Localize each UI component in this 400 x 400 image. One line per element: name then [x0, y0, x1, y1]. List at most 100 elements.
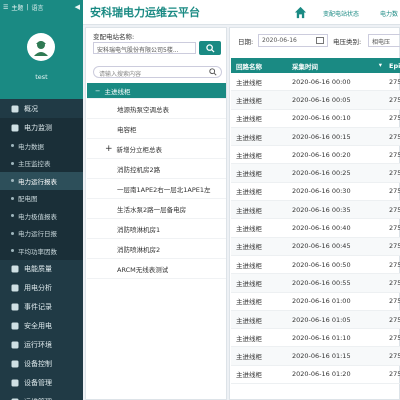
table-row[interactable]: 主进线柜 2020-06-16 00:20 275	[231, 146, 400, 165]
nav-power-data[interactable]: 电力数	[380, 9, 398, 18]
table-cell: 2020-06-16 01:05	[292, 315, 351, 324]
table-row[interactable]: 主进线柜 2020-06-16 00:50 275	[231, 256, 400, 275]
brand-title: 安科瑞电力运维云平台	[90, 6, 200, 19]
table-row[interactable]: 主进线柜 2020-06-16 01:10 275	[231, 329, 400, 348]
search-icon[interactable]	[209, 68, 217, 76]
filter-bar: 日期: 2020-06-16 电压类别: 相电压	[230, 28, 400, 54]
table-cell: 主进线柜	[236, 78, 262, 87]
menu-item[interactable]: 运行环境	[0, 336, 83, 355]
column-header[interactable]: Epi	[386, 62, 400, 70]
tree-node[interactable]: 消防控机房2路	[87, 159, 226, 179]
submenu-item[interactable]: 主压监控表	[0, 154, 83, 172]
submenu-item[interactable]: 电力运行报表	[0, 172, 83, 190]
submenu-item[interactable]: 平均功率因数	[0, 242, 83, 260]
tree-search-input[interactable]: 请输入搜索内容	[93, 66, 222, 78]
table-cell: 2020-06-16 00:50	[292, 260, 351, 269]
theme-icon[interactable]: ☰	[3, 4, 8, 11]
table-cell: 主进线柜	[236, 115, 262, 124]
tree-node-label: 消防喷淋机房1	[117, 225, 161, 234]
tree-node[interactable]: 电容柜	[87, 119, 226, 139]
table-cell: 275	[389, 260, 400, 269]
menu-item[interactable]: 事件记录	[0, 298, 83, 317]
collapse-icon[interactable]: ◀	[75, 3, 80, 11]
menu-item[interactable]: 运维管理	[0, 393, 83, 400]
tree-root[interactable]: − 主进线柜	[87, 83, 226, 99]
table-cell: 275	[389, 132, 400, 141]
tree-node[interactable]: 消防喷淋机房1	[87, 219, 226, 239]
table-row[interactable]: 主进线柜 2020-06-16 00:40 275	[231, 219, 400, 238]
table-row[interactable]: 主进线柜 2020-06-16 00:35 275	[231, 201, 400, 220]
menu-item[interactable]: 电力监测	[0, 118, 83, 137]
data-table: 回路名称 采集时间 ▾ Epi 主进线柜 2020-06-16 00:00 275 主进线柜 2…	[231, 58, 400, 385]
table-row[interactable]: 主进线柜 2020-06-16 01:05 275	[231, 310, 400, 330]
tree-node[interactable]: 地源热泵空调总表	[87, 99, 226, 119]
avatar	[27, 33, 55, 61]
calendar-icon[interactable]	[316, 37, 324, 44]
menu-item[interactable]: 安全用电	[0, 317, 83, 336]
tree-node[interactable]: 消防喷淋机房2	[87, 239, 226, 259]
table-cell: 主进线柜	[236, 206, 262, 215]
nav-station-status[interactable]: 变配电站状态	[323, 9, 359, 18]
expand-plus-icon[interactable]: +	[105, 144, 113, 154]
table-cell: 2020-06-16 01:20	[292, 370, 351, 379]
home-icon[interactable]	[294, 6, 307, 19]
record-icon	[10, 303, 19, 312]
table-row[interactable]: 主进线柜 2020-06-16 00:55 275	[231, 274, 400, 293]
column-header-label: 采集时间	[292, 62, 318, 71]
side-menu: 概况电力监测电力数据 主压监控表电力运行报表配电图 电力极值报表电力运行日报平均功率…	[0, 99, 83, 400]
table-row[interactable]: 主进线柜 2020-06-16 00:30 275	[231, 183, 400, 202]
column-header-label: Epi	[389, 61, 400, 70]
menu-item[interactable]: 设备控制	[0, 355, 83, 374]
table-cell: 275	[389, 370, 400, 379]
tree-node[interactable]: ARCM无线表测试	[87, 259, 226, 279]
quality-icon	[10, 265, 19, 274]
sort-icon[interactable]: ▾	[379, 61, 382, 71]
menu-item[interactable]: 电能质量	[0, 260, 83, 279]
submenu-item[interactable]: 配电图	[0, 189, 83, 207]
theme-label[interactable]: 主题	[11, 3, 23, 12]
menu-item-label: 电力监测	[24, 123, 52, 132]
tree-node-label: 地源热泵空调总表	[117, 105, 169, 114]
menu-item-label: 电能质量	[24, 265, 52, 273]
station-search-button[interactable]	[199, 41, 221, 55]
table-row[interactable]: 主进线柜 2020-06-16 01:20 275	[231, 366, 400, 385]
table-row[interactable]: 主进线柜 2020-06-16 00:05 275	[231, 91, 400, 110]
menu-item-label: 设备控制	[24, 360, 52, 368]
menu-item-label: 概况	[24, 104, 38, 113]
submenu-item[interactable]: 电力极值报表	[0, 207, 83, 225]
menu-item[interactable]: 用电分析	[0, 279, 83, 298]
bullet-icon	[11, 179, 14, 183]
station-select[interactable]: 安科瑞电气股份有限公司5楼...	[93, 42, 196, 54]
submenu-item[interactable]: 电力运行日报	[0, 224, 83, 242]
tree-node-label: 新增分立柜总表	[116, 145, 163, 154]
collapse-minus-icon[interactable]: −	[95, 87, 100, 95]
column-header[interactable]: 采集时间 ▾	[287, 61, 386, 71]
table-cell: 275	[389, 95, 400, 104]
submenu-item[interactable]: 电力数据	[0, 137, 83, 155]
tree-node[interactable]: + 新增分立柜总表	[87, 139, 226, 159]
table-cell: 主进线柜	[236, 243, 262, 252]
tree-node[interactable]: 生活水泵2路一层备电房	[87, 199, 226, 219]
menu-item[interactable]: 概况	[0, 99, 83, 118]
voltage-type-select[interactable]: 相电压	[368, 34, 400, 47]
submenu-item-label: 电力运行报表	[18, 177, 57, 186]
device-icon	[10, 379, 19, 388]
table-row[interactable]: 主进线柜 2020-06-16 00:00 275	[231, 73, 400, 92]
menu-item[interactable]: 设备管理	[0, 374, 83, 393]
table-cell: 2020-06-16 00:05	[292, 95, 351, 104]
header: 安科瑞电力运维云平台 变配电站状态 电力数	[83, 0, 400, 25]
table-row[interactable]: 主进线柜 2020-06-16 00:45 275	[231, 237, 400, 256]
table-row[interactable]: 主进线柜 2020-06-16 00:25 275	[231, 164, 400, 183]
date-label: 日期:	[238, 38, 254, 46]
table-cell: 2020-06-16 01:00	[292, 297, 351, 306]
tree-node[interactable]: 一层南1APE2右一层北1APE1左	[87, 179, 226, 199]
column-header[interactable]: 回路名称	[231, 61, 287, 71]
table-row[interactable]: 主进线柜 2020-06-16 01:15 275	[231, 347, 400, 366]
table-cell: 主进线柜	[236, 261, 262, 270]
language-label[interactable]: 语言	[31, 3, 43, 12]
table-cell: 2020-06-16 00:40	[292, 224, 351, 233]
table-row[interactable]: 主进线柜 2020-06-16 00:15 275	[231, 127, 400, 147]
submenu-item-label: 电力运行日报	[18, 230, 57, 239]
table-row[interactable]: 主进线柜 2020-06-16 01:00 275	[231, 293, 400, 311]
table-row[interactable]: 主进线柜 2020-06-16 00:10 275	[231, 110, 400, 128]
